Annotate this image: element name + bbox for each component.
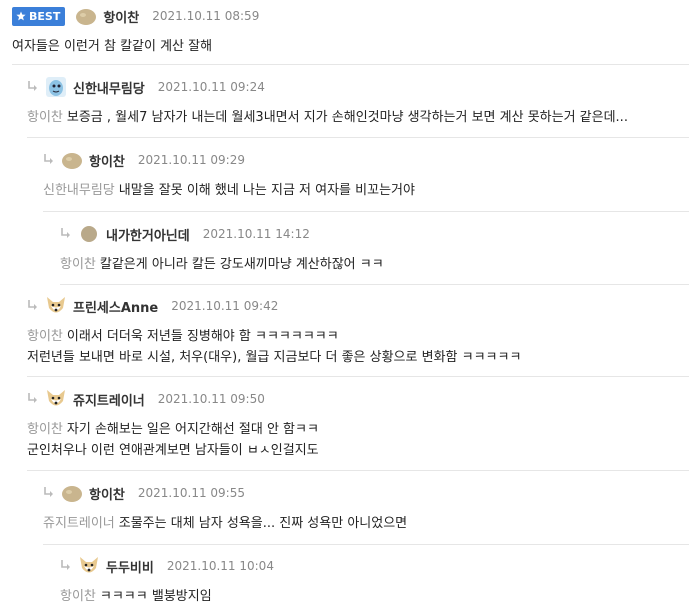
reply-arrow-icon: [28, 393, 37, 403]
mention-link[interactable]: 항이찬: [27, 329, 63, 344]
comment-time: 2021.10.11 10:04: [166, 559, 274, 573]
reply-comment: 항이찬 2021.10.11 09:55 쥬지트레이너 조물주는 대체 남자 성욕…: [43, 482, 689, 534]
mention-link[interactable]: 항이찬: [60, 589, 96, 604]
comment-body: 항이찬 자기 손해보는 일은 어지간해선 절대 안 함ㅋㅋ 군인처우나 이런 연애…: [27, 419, 689, 461]
comment-time: 2021.10.11 09:50: [157, 392, 265, 406]
comment-text: 보증금 , 월세7 남자가 내는데 월세3내면서 지가 손해인것마냥 생각하는거…: [66, 110, 628, 125]
comment-line: 항이찬 자기 손해보는 일은 어지간해선 절대 안 함ㅋㅋ: [27, 419, 689, 440]
divider: [27, 376, 689, 377]
comment-author[interactable]: 항이찬: [103, 7, 139, 26]
comment-body: 신한내무림당 내말을 잘못 이해 했네 나는 지금 저 여자를 비꼬는거야: [43, 180, 689, 201]
comment-time: 2021.10.11 08:59: [152, 9, 260, 23]
divider: [27, 470, 689, 471]
best-badge: BEST: [12, 6, 66, 26]
blue-character-avatar[interactable]: [45, 76, 67, 98]
comment-header: 항이찬 2021.10.11 09:55: [43, 482, 689, 504]
star-icon: [16, 11, 26, 21]
potato-avatar[interactable]: [61, 482, 83, 504]
dog-avatar[interactable]: [45, 295, 67, 317]
comment-text: 내말을 잘못 이해 했네 나는 지금 저 여자를 비꼬는거야: [118, 183, 415, 198]
reply-arrow-icon: [44, 487, 53, 497]
comment-text: 조물주는 대체 남자 성욕을... 진짜 성욕만 아니었으면: [118, 516, 408, 531]
comment-header: 내가한거아닌데 2021.10.11 14:12: [60, 223, 689, 245]
comment-header: 신한내무림당 2021.10.11 09:24: [27, 76, 689, 98]
comment-text: 자기 손해보는 일은 어지간해선 절대 안 함ㅋㅋ: [66, 422, 319, 437]
reply-comment: 두두비비 2021.10.11 10:04 항이찬 ㅋㅋㅋㅋ 밸붕방지임: [60, 555, 689, 607]
divider: [12, 64, 689, 65]
comment-body: 쥬지트레이너 조물주는 대체 남자 성욕을... 진짜 성욕만 아니었으면: [43, 513, 689, 534]
reply-arrow-icon: [61, 560, 70, 570]
comment-text: 이래서 더더욱 저년들 징병해야 함 ㅋㅋㅋㅋㅋㅋㅋ: [66, 329, 339, 344]
comment-header: BEST 항이찬 2021.10.11 08:59: [12, 5, 689, 27]
comment-text: ㅋㅋㅋㅋ 밸붕방지임: [99, 589, 212, 604]
comment-author[interactable]: 두두비비: [106, 557, 154, 576]
divider: [27, 137, 689, 138]
reply-comment: 항이찬 2021.10.11 09:29 신한내무림당 내말을 잘못 이해 했네 …: [43, 149, 689, 201]
divider: [43, 211, 689, 212]
comment-header: 쥬지트레이너 2021.10.11 09:50: [27, 388, 689, 410]
comment-body: 여자들은 이런거 참 칼같이 계산 잘해: [12, 36, 689, 57]
circle-avatar[interactable]: [78, 223, 100, 245]
comment-line-2: 저런년들 보내면 바로 시설, 처우(대우), 월급 지금보다 더 좋은 상황으…: [27, 350, 522, 365]
comment-header: 두두비비 2021.10.11 10:04: [60, 555, 689, 577]
reply-comment: 프린세스Anne 2021.10.11 09:42 항이찬 이래서 더더욱 저년들…: [27, 295, 689, 368]
comment-header: 항이찬 2021.10.11 09:29: [43, 149, 689, 171]
comment-author[interactable]: 항이찬: [89, 484, 125, 503]
potato-avatar[interactable]: [61, 149, 83, 171]
comment-author[interactable]: 신한내무림당: [73, 78, 145, 97]
comment-line: 항이찬 이래서 더더욱 저년들 징병해야 함 ㅋㅋㅋㅋㅋㅋㅋ: [27, 326, 689, 347]
potato-avatar[interactable]: [75, 5, 97, 27]
comment-author[interactable]: 항이찬: [89, 151, 125, 170]
comment-time: 2021.10.11 09:29: [137, 153, 245, 167]
comment-time: 2021.10.11 09:24: [157, 80, 265, 94]
best-badge-label: BEST: [29, 9, 61, 23]
comment-header: 프린세스Anne 2021.10.11 09:42: [27, 295, 689, 317]
reply-arrow-icon: [28, 81, 37, 91]
reply-comment: 신한내무림당 2021.10.11 09:24 항이찬 보증금 , 월세7 남자가…: [27, 76, 689, 128]
comment-best: BEST 항이찬 2021.10.11 08:59 여자들은 이런거 참 칼같이…: [12, 5, 689, 57]
comment-line-2: 군인처우나 이런 연애관계보면 남자들이 ㅂㅅ인걸지도: [27, 443, 319, 458]
mention-link[interactable]: 항이찬: [60, 257, 96, 272]
mention-link[interactable]: 항이찬: [27, 110, 63, 125]
mention-link[interactable]: 항이찬: [27, 422, 63, 437]
comment-time: 2021.10.11 14:12: [202, 227, 310, 241]
dog-avatar[interactable]: [45, 388, 67, 410]
mention-link[interactable]: 신한내무림당: [43, 183, 115, 198]
comment-body: 항이찬 ㅋㅋㅋㅋ 밸붕방지임: [60, 586, 689, 607]
comment-author[interactable]: 쥬지트레이너: [73, 390, 145, 409]
comment-body: 항이찬 이래서 더더욱 저년들 징병해야 함 ㅋㅋㅋㅋㅋㅋㅋ 저런년들 보내면 바…: [27, 326, 689, 368]
comment-body: 항이찬 칼같은게 아니라 칼든 강도새끼마냥 계산하잖어 ㅋㅋ: [60, 254, 689, 275]
comment-body: 항이찬 보증금 , 월세7 남자가 내는데 월세3내면서 지가 손해인것마냥 생각…: [27, 107, 689, 128]
dog-avatar[interactable]: [78, 555, 100, 577]
mention-link[interactable]: 쥬지트레이너: [43, 516, 115, 531]
comment-text: 칼같은게 아니라 칼든 강도새끼마냥 계산하잖어 ㅋㅋ: [99, 257, 384, 272]
comment-text: 여자들은 이런거 참 칼같이 계산 잘해: [12, 39, 213, 54]
divider: [43, 544, 689, 545]
divider: [60, 284, 689, 285]
reply-comment: 쥬지트레이너 2021.10.11 09:50 항이찬 자기 손해보는 일은 어지…: [27, 388, 689, 461]
reply-arrow-icon: [44, 154, 53, 164]
comment-time: 2021.10.11 09:42: [171, 299, 279, 313]
comment-time: 2021.10.11 09:55: [137, 486, 245, 500]
reply-arrow-icon: [28, 300, 37, 310]
comment-author[interactable]: 내가한거아닌데: [106, 225, 190, 244]
reply-arrow-icon: [61, 228, 70, 238]
reply-comment: 내가한거아닌데 2021.10.11 14:12 항이찬 칼같은게 아니라 칼든 …: [60, 223, 689, 275]
comment-author[interactable]: 프린세스Anne: [73, 297, 158, 316]
